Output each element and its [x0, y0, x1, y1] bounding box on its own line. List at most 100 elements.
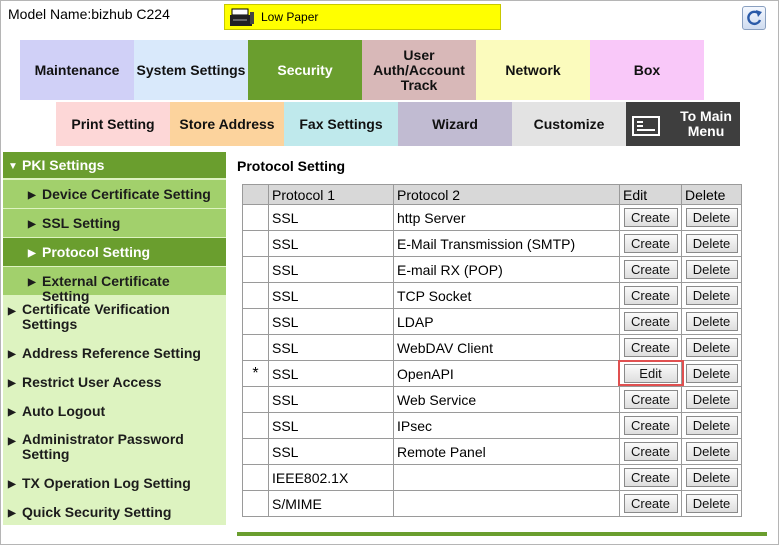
row-marker: [242, 230, 269, 257]
edit-cell: Create: [619, 308, 682, 335]
tab-security[interactable]: Security: [248, 40, 362, 100]
sidebar-item-external-certificate-setting[interactable]: ▶ External Certificate Setting: [3, 267, 226, 303]
delete-button[interactable]: Delete: [685, 468, 738, 487]
edit-cell: Create: [619, 386, 682, 413]
create-button[interactable]: Create: [623, 260, 678, 279]
tab-box[interactable]: Box: [590, 40, 704, 100]
triangle-right-icon: ▶: [8, 479, 16, 490]
tab-customize[interactable]: Customize: [512, 102, 626, 146]
bottom-divider: [237, 532, 767, 536]
tab-system-settings[interactable]: System Settings: [134, 40, 248, 100]
delete-cell: Delete: [681, 282, 742, 309]
edit-cell: Create: [619, 204, 682, 231]
edit-cell: Create: [619, 256, 682, 283]
sidebar-item-tx-operation-log-setting[interactable]: ▶ TX Operation Log Setting: [3, 469, 226, 497]
create-button[interactable]: Create: [623, 390, 678, 409]
sidebar: ▼ PKI Settings ▶ Device Certificate Setting…: [3, 152, 226, 525]
protocol-1-cell: IEEE802.1X: [268, 464, 394, 491]
edit-cell: Create: [619, 490, 682, 517]
sidebar-item-ssl-setting[interactable]: ▶ SSL Setting: [3, 209, 226, 237]
delete-button[interactable]: Delete: [685, 416, 738, 435]
table-row: * SSL OpenAPI Edit Delete: [242, 360, 742, 387]
delete-cell: Delete: [681, 204, 742, 231]
table-row: SSL Remote Panel Create Delete: [242, 438, 742, 465]
row-marker: [242, 412, 269, 439]
delete-button[interactable]: Delete: [685, 260, 738, 279]
sidebar-item-administrator-password-setting[interactable]: ▶ Administrator Password Setting: [3, 428, 226, 466]
column-header: Delete: [681, 184, 742, 205]
triangle-down-icon: ▼: [8, 161, 18, 172]
create-button[interactable]: Create: [623, 312, 678, 331]
delete-cell: Delete: [681, 386, 742, 413]
marker-column-header: [242, 184, 269, 205]
protocol-1-cell: SSL: [268, 308, 394, 335]
row-marker: [242, 282, 269, 309]
protocol-2-cell: WebDAV Client: [393, 334, 620, 361]
sidebar-item-restrict-user-access[interactable]: ▶ Restrict User Access: [3, 368, 226, 396]
create-button[interactable]: Create: [623, 234, 678, 253]
protocol-1-cell: SSL: [268, 334, 394, 361]
sidebar-item-quick-security-setting[interactable]: ▶ Quick Security Setting: [3, 498, 226, 526]
column-header: Protocol 1: [268, 184, 394, 205]
tab-store-address[interactable]: Store Address: [170, 102, 284, 146]
create-button[interactable]: Create: [623, 416, 678, 435]
delete-button[interactable]: Delete: [685, 286, 738, 305]
sidebar-item-protocol-setting[interactable]: ▶ Protocol Setting: [3, 238, 226, 266]
tab-maintenance[interactable]: Maintenance: [20, 40, 134, 100]
delete-button[interactable]: Delete: [685, 442, 738, 461]
sidebar-item-device-certificate-setting[interactable]: ▶ Device Certificate Setting: [3, 180, 226, 208]
table-header: Protocol 1 Protocol 2 Edit Delete: [242, 184, 742, 205]
create-button[interactable]: Create: [623, 286, 678, 305]
edit-cell: Create: [619, 334, 682, 361]
row-marker: [242, 308, 269, 335]
delete-cell: Delete: [681, 412, 742, 439]
delete-button[interactable]: Delete: [685, 208, 738, 227]
delete-cell: Delete: [681, 230, 742, 257]
sidebar-item-label: Address Reference Setting: [22, 344, 201, 361]
tab-wizard[interactable]: Wizard: [398, 102, 512, 146]
column-header: Protocol 2: [393, 184, 620, 205]
table-row: IEEE802.1X Create Delete: [242, 464, 742, 491]
tab-fax-settings[interactable]: Fax Settings: [284, 102, 398, 146]
delete-button[interactable]: Delete: [685, 364, 738, 383]
row-marker: [242, 334, 269, 361]
tab-network[interactable]: Network: [476, 40, 590, 100]
sidebar-item-pki-settings[interactable]: ▼ PKI Settings: [3, 152, 226, 178]
create-button[interactable]: Create: [623, 442, 678, 461]
sidebar-item-certificate-verification-settings[interactable]: ▶ Certificate Verification Settings: [3, 298, 226, 332]
sidebar-item-label: TX Operation Log Setting: [22, 474, 191, 491]
tab-to-main-menu[interactable]: To Main Menu: [626, 102, 740, 146]
edit-cell: Create: [619, 438, 682, 465]
protocol-1-cell: SSL: [268, 438, 394, 465]
row-marker: [242, 386, 269, 413]
protocol-2-cell: E-mail RX (POP): [393, 256, 620, 283]
delete-button[interactable]: Delete: [685, 390, 738, 409]
tab-user-auth-account-track[interactable]: User Auth/Account Track: [362, 40, 476, 100]
protocol-1-cell: SSL: [268, 256, 394, 283]
triangle-right-icon: ▶: [8, 407, 16, 418]
table-row: SSL E-Mail Transmission (SMTP) Create Delet…: [242, 230, 742, 257]
tab-print-setting[interactable]: Print Setting: [56, 102, 170, 146]
create-button[interactable]: Create: [623, 208, 678, 227]
create-button[interactable]: Create: [623, 494, 678, 513]
delete-button[interactable]: Delete: [685, 234, 738, 253]
edit-cell: Edit: [617, 360, 684, 387]
protocol-1-cell: S/MIME: [268, 490, 394, 517]
create-button[interactable]: Create: [623, 468, 678, 487]
create-button[interactable]: Create: [623, 338, 678, 357]
delete-button[interactable]: Delete: [685, 312, 738, 331]
sidebar-item-label: Administrator Password Setting: [22, 431, 184, 462]
delete-button[interactable]: Delete: [685, 338, 738, 357]
tab-label: Customize: [533, 115, 605, 132]
sidebar-item-label: Restrict User Access: [22, 373, 162, 390]
protocol-2-cell: http Server: [393, 204, 620, 231]
triangle-right-icon: ▶: [8, 349, 16, 360]
delete-cell: Delete: [681, 438, 742, 465]
protocol-1-cell: SSL: [268, 360, 394, 387]
refresh-button[interactable]: [742, 6, 766, 30]
row-marker: [242, 256, 269, 283]
sidebar-item-address-reference-setting[interactable]: ▶ Address Reference Setting: [3, 339, 226, 367]
sidebar-item-auto-logout[interactable]: ▶ Auto Logout: [3, 397, 226, 425]
delete-button[interactable]: Delete: [685, 494, 738, 513]
table-row: SSL LDAP Create Delete: [242, 308, 742, 335]
